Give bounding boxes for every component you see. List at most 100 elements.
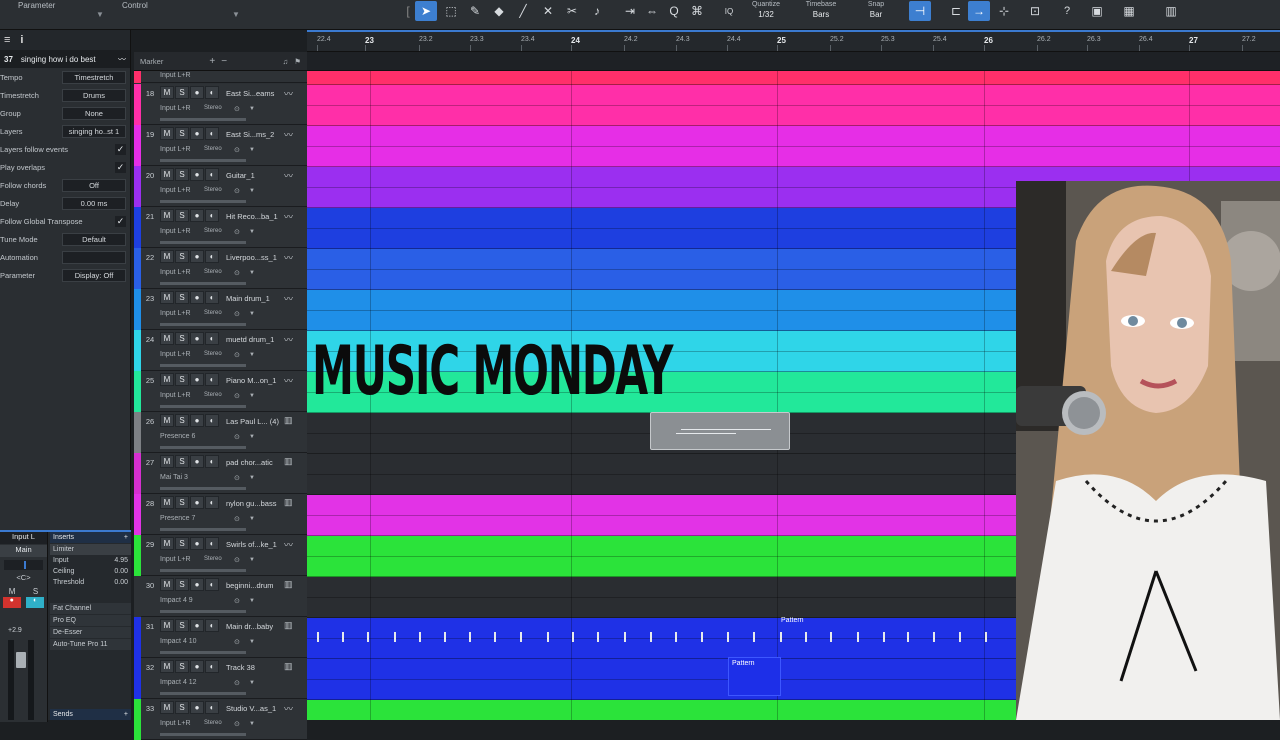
toggle-icon[interactable]: ⊙: [234, 679, 240, 687]
inspector-param-value[interactable]: Default: [62, 232, 126, 246]
track-input-label[interactable]: Input L+R: [160, 187, 191, 194]
track-row-partial[interactable]: Input L+R: [134, 71, 307, 83]
flag-icon[interactable]: ⚑: [294, 57, 301, 66]
insert-limiter[interactable]: Limiter: [50, 544, 131, 555]
track-row[interactable]: 20 M S ● ◐ Guitar_1 〰 Input L+R Stereo ⊙ ▼: [134, 166, 307, 207]
toggle-icon[interactable]: ⊙: [234, 187, 240, 195]
track-monitor-button[interactable]: ◐: [205, 209, 219, 222]
inspector-param-row[interactable]: Layers follow events ✓: [0, 140, 130, 158]
inspector-param-checkbox[interactable]: ✓: [115, 143, 126, 155]
limiter-param-ceiling[interactable]: Ceiling 0.00: [50, 566, 131, 577]
iq-button[interactable]: IQ: [718, 1, 740, 21]
chevron-down-icon[interactable]: ▼: [249, 721, 255, 727]
inspector-param-row[interactable]: Tune Mode Default: [0, 230, 130, 248]
track-mute-button[interactable]: M: [160, 619, 174, 632]
bend-tool-icon[interactable]: ⇥: [619, 1, 641, 21]
eraser-tool-icon[interactable]: ◆: [488, 1, 510, 21]
track-name[interactable]: Studio V...as_1: [226, 704, 288, 713]
track-input-label[interactable]: Mai Tai 3: [160, 474, 188, 481]
snap-toggle-icon[interactable]: ⊣: [909, 1, 931, 21]
inspector-param-value[interactable]: [62, 250, 126, 264]
track-solo-button[interactable]: S: [175, 250, 189, 263]
chevron-down-icon[interactable]: ▼: [249, 475, 255, 481]
inspector-param-row[interactable]: Play overlaps ✓: [0, 158, 130, 176]
inspector-param-value[interactable]: 0.00 ms: [62, 196, 126, 210]
track-solo-button[interactable]: S: [175, 537, 189, 550]
track-mute-button[interactable]: M: [160, 332, 174, 345]
track-solo-button[interactable]: S: [175, 332, 189, 345]
control-dropdown[interactable]: ▼: [232, 10, 240, 19]
track-mute-button[interactable]: M: [160, 127, 174, 140]
chevron-down-icon[interactable]: ▼: [249, 229, 255, 235]
add-track-icon[interactable]: +: [209, 56, 215, 67]
track-record-button[interactable]: ●: [190, 619, 204, 632]
input-select[interactable]: Input L: [0, 532, 47, 544]
toggle-icon[interactable]: ⊙: [234, 351, 240, 359]
track-row[interactable]: 18 M S ● ◐ East Si...eams 〰 Input L+R Stereo ⊙ ▼: [134, 84, 307, 125]
track-input-label[interactable]: Input L+R: [160, 146, 191, 153]
track-name[interactable]: muetd drum_1: [226, 335, 288, 344]
track-monitor-button[interactable]: ◐: [205, 455, 219, 468]
track-mute-button[interactable]: M: [160, 701, 174, 714]
inspector-param-row[interactable]: Tempo Timestretch: [0, 68, 130, 86]
track-volume-bar[interactable]: [160, 487, 246, 490]
track-mute-button[interactable]: M: [160, 455, 174, 468]
chevron-down-icon[interactable]: ▼: [249, 147, 255, 153]
range-tool-icon[interactable]: ⬚: [440, 1, 462, 21]
note-icon[interactable]: ♫: [283, 57, 289, 66]
track-solo-button[interactable]: S: [175, 168, 189, 181]
chevron-down-icon[interactable]: ▼: [249, 598, 255, 604]
track-mute-button[interactable]: M: [160, 291, 174, 304]
record-arm-button[interactable]: ●: [2, 597, 21, 608]
track-solo-button[interactable]: S: [175, 414, 189, 427]
inspector-param-row[interactable]: Group None: [0, 104, 130, 122]
track-name[interactable]: Las Paul L... (4): [226, 417, 288, 426]
track-volume-bar[interactable]: [160, 528, 246, 531]
track-record-button[interactable]: ●: [190, 250, 204, 263]
track-input-label[interactable]: Input L+R: [160, 720, 191, 727]
track-solo-button[interactable]: S: [175, 619, 189, 632]
autoscroll-icon[interactable]: →: [968, 1, 990, 21]
track-volume-bar[interactable]: [160, 323, 246, 326]
track-row[interactable]: 29 M S ● ◐ Swirls of...ke_1 〰 Input L+R Stereo ⊙ ▼: [134, 535, 307, 576]
cursor-follow-icon[interactable]: ⊡: [1024, 1, 1046, 21]
inspector-param-row[interactable]: Parameter Display: Off: [0, 266, 130, 284]
remove-track-icon[interactable]: −: [221, 56, 227, 67]
loop-icon[interactable]: ⊏: [945, 1, 967, 21]
track-monitor-button[interactable]: ◐: [205, 660, 219, 673]
track-solo-button[interactable]: S: [175, 496, 189, 509]
info-icon[interactable]: i: [20, 34, 23, 46]
track-volume-bar[interactable]: [160, 733, 246, 736]
toggle-icon[interactable]: ⊙: [234, 515, 240, 523]
limiter-param-threshold[interactable]: Threshold 0.00: [50, 577, 131, 588]
track-mute-button[interactable]: M: [160, 209, 174, 222]
inspector-param-value[interactable]: Timestretch: [62, 70, 126, 84]
toggle-icon[interactable]: ⊙: [234, 597, 240, 605]
track-solo-button[interactable]: S: [175, 291, 189, 304]
inspector-param-row[interactable]: Follow Global Transpose ✓: [0, 212, 130, 230]
track-monitor-button[interactable]: ◐: [205, 414, 219, 427]
track-solo-button[interactable]: S: [175, 127, 189, 140]
mute-tool-icon[interactable]: ✕: [537, 1, 559, 21]
chevron-down-icon[interactable]: ▼: [249, 680, 255, 686]
chevron-down-icon[interactable]: ▼: [249, 270, 255, 276]
track-monitor-button[interactable]: ◐: [205, 578, 219, 591]
paint-tool-icon[interactable]: ╱: [512, 1, 534, 21]
track-monitor-button[interactable]: ◐: [205, 701, 219, 714]
chevron-down-icon[interactable]: ▼: [249, 188, 255, 194]
track-mute-button[interactable]: M: [160, 250, 174, 263]
track-input-label[interactable]: Input L+R: [160, 351, 191, 358]
split-tool-icon[interactable]: ✂: [561, 1, 583, 21]
follow-icon[interactable]: ⊹: [993, 1, 1015, 21]
track-volume-bar[interactable]: [160, 405, 246, 408]
inspector-param-row[interactable]: Layers singing ho..st 1: [0, 122, 130, 140]
chevron-down-icon[interactable]: ▼: [249, 311, 255, 317]
inspector-param-row[interactable]: Automation: [0, 248, 130, 266]
menu-icon[interactable]: ≡: [4, 34, 10, 46]
inspector-param-value[interactable]: singing ho..st 1: [62, 124, 126, 138]
track-record-button[interactable]: ●: [190, 373, 204, 386]
track-name[interactable]: beginni...drum: [226, 581, 288, 590]
track-input-label[interactable]: Impact 4 9: [160, 597, 193, 604]
inspector-param-value[interactable]: Display: Off: [62, 268, 126, 282]
snap-select[interactable]: Snap Bar: [855, 0, 897, 20]
